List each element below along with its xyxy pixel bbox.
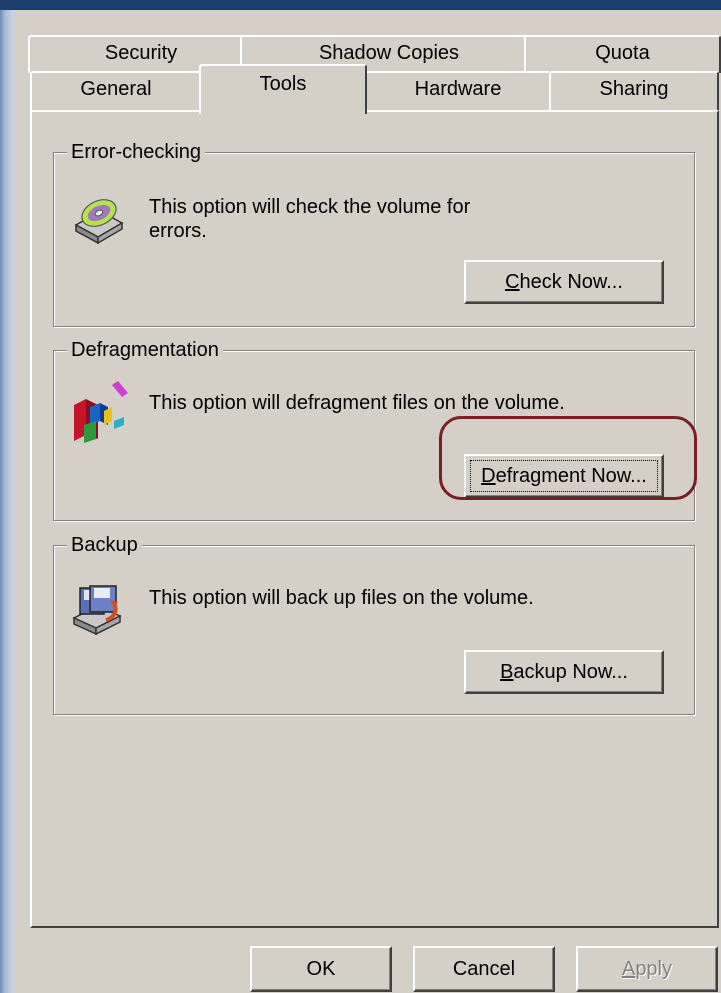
button-mnemonic: B: [500, 661, 514, 683]
button-label-suffix: pply: [635, 958, 673, 980]
tools-tab-page: Error-checking This option will check th…: [30, 110, 719, 928]
group-title: Backup: [67, 532, 142, 558]
tab-label: Tools: [259, 73, 307, 95]
error-checking-group: Error-checking This option will check th…: [53, 139, 695, 327]
defragment-icon: [70, 381, 128, 443]
tab-general[interactable]: General: [30, 71, 202, 111]
defragmentation-description: This option will defragment files on the…: [149, 392, 565, 414]
properties-dialog: Security Shadow Copies Quota General Too…: [13, 10, 721, 993]
button-mnemonic: C: [505, 271, 520, 293]
ok-button[interactable]: OK: [250, 946, 392, 992]
button-label-suffix: efragment Now...: [495, 465, 647, 487]
ok-label: OK: [306, 958, 336, 980]
button-mnemonic: D: [481, 465, 496, 487]
defragmentation-group: Defragmentation This option will defragm…: [53, 337, 695, 521]
group-title: Defragmentation: [67, 337, 223, 363]
title-bar-edge: [0, 0, 721, 10]
tab-label: Sharing: [599, 78, 669, 100]
tab-label: Quota: [595, 42, 650, 64]
tab-hardware[interactable]: Hardware: [365, 71, 551, 111]
backup-icon: [70, 580, 122, 636]
backup-description: This option will back up files on the vo…: [149, 587, 534, 609]
button-label-suffix: heck Now...: [519, 271, 623, 293]
backup-now-button[interactable]: Backup Now...: [464, 650, 664, 694]
check-now-button[interactable]: Check Now...: [464, 260, 664, 304]
defragment-now-button[interactable]: Defragment Now...: [464, 454, 664, 498]
button-mnemonic: A: [621, 958, 636, 980]
tab-quota[interactable]: Quota: [524, 35, 721, 73]
disk-check-icon: [70, 189, 124, 245]
cancel-label: Cancel: [452, 958, 516, 980]
tab-label: General: [80, 78, 152, 100]
desktop-edge: [0, 0, 13, 993]
button-label-suffix: ackup Now...: [513, 661, 628, 683]
tab-tools[interactable]: Tools: [199, 64, 367, 114]
error-checking-description: This option will check the volume for er…: [149, 196, 471, 242]
tab-label: Hardware: [414, 78, 502, 100]
backup-group: Backup This option will back up files on…: [53, 532, 695, 715]
group-title: Error-checking: [67, 139, 206, 165]
tab-sharing[interactable]: Sharing: [549, 71, 719, 111]
cancel-button[interactable]: Cancel: [413, 946, 555, 992]
apply-button[interactable]: Apply: [576, 946, 718, 992]
tab-label: Security: [104, 42, 178, 64]
